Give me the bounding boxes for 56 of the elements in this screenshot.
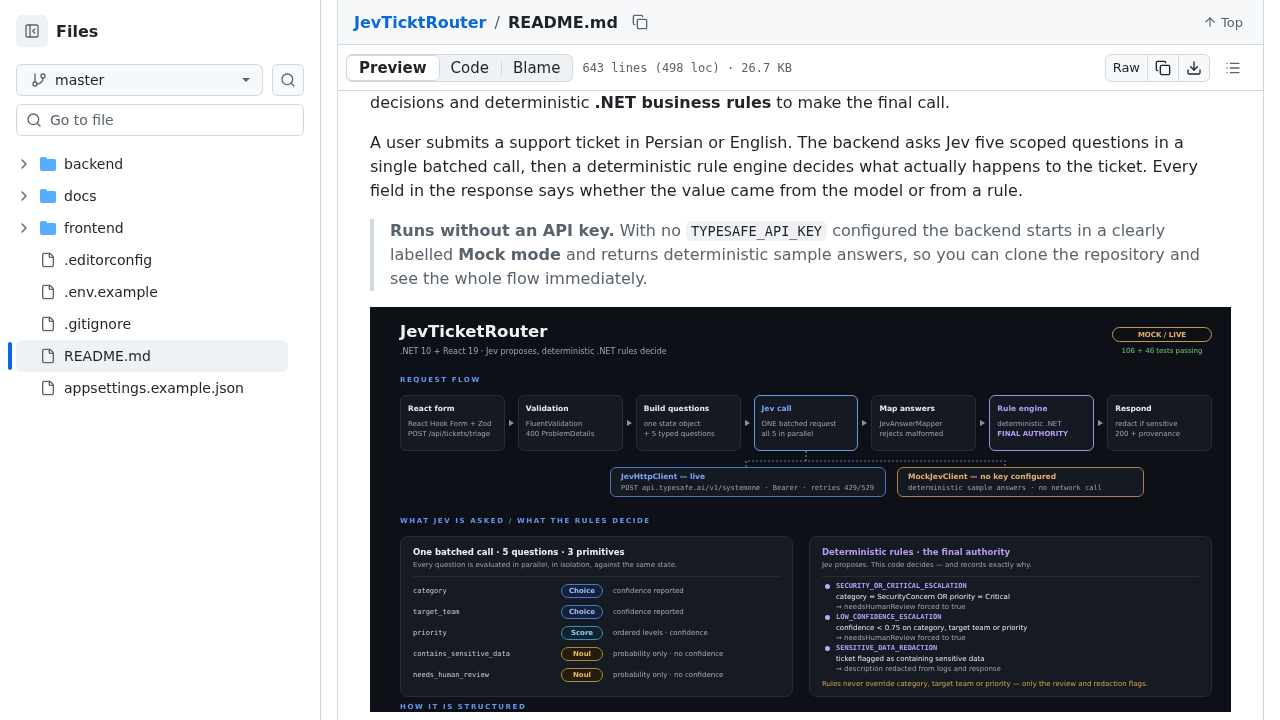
caret-icon xyxy=(242,78,250,82)
file-tree-item[interactable]: backend xyxy=(16,148,288,180)
paragraph: A user submits a support ticket in Persian or English. The backend asks Jev five scoped questions in a single batched call, then a deterministic rule engine decides what actually happens to the ticket. Every field in the response says whether the value came from the model or from a rule. xyxy=(370,132,1199,202)
file-name: README.md xyxy=(507,12,618,32)
view-tab[interactable]: Code xyxy=(437,54,502,81)
view-tab[interactable]: Blame xyxy=(499,54,574,81)
download-icon xyxy=(1186,59,1202,76)
branch-icon xyxy=(31,72,47,88)
triangle-arrow-icon xyxy=(508,420,514,426)
triangle-arrow-icon xyxy=(980,420,986,426)
sidebar-toggle-button[interactable] xyxy=(16,15,48,47)
file-tree-item[interactable]: appsettings.example.json xyxy=(16,372,288,404)
triangle-arrow-icon xyxy=(744,420,750,426)
triangle-arrow-icon xyxy=(1098,420,1104,426)
triangle-arrow-icon xyxy=(626,420,632,426)
file-tree-item[interactable]: docs xyxy=(16,180,288,212)
file-tree-item[interactable]: frontend xyxy=(16,212,288,244)
branch-select[interactable]: master xyxy=(16,64,263,96)
top-button[interactable]: Top xyxy=(1199,8,1247,36)
bullet-icon xyxy=(825,646,830,651)
file-info: 643 lines (498 loc) · 26.7 KB xyxy=(582,60,793,75)
file-icon xyxy=(40,252,56,268)
folder-icon xyxy=(40,188,56,204)
download-button[interactable] xyxy=(1178,53,1210,82)
file-tree-item[interactable]: .gitignore xyxy=(16,308,288,340)
raw-button[interactable]: Raw xyxy=(1104,53,1148,82)
file-icon xyxy=(40,348,56,364)
bullet-icon xyxy=(825,615,830,620)
file-tree-item[interactable]: .editorconfig xyxy=(16,244,288,276)
card-title: One batched call · 5 questions · 3 primitives xyxy=(413,547,626,558)
search-icon xyxy=(26,112,42,128)
card-title: Deterministic rules · the final authority xyxy=(822,547,1011,558)
view-tab[interactable]: Preview xyxy=(346,54,440,81)
selected-indicator xyxy=(8,342,12,370)
search-icon xyxy=(280,72,296,88)
copy-icon xyxy=(1155,59,1171,76)
repo-link[interactable]: JevTicktRouter xyxy=(354,12,487,32)
search-button[interactable] xyxy=(272,64,304,96)
go-to-file-field[interactable]: Go to file xyxy=(16,104,304,136)
folder-icon xyxy=(40,220,56,236)
diagram-title: JevTicketRouter xyxy=(400,322,549,342)
file-icon xyxy=(40,380,56,396)
folder-icon xyxy=(40,156,56,172)
file-tree-item[interactable]: .env.example xyxy=(16,276,288,308)
diagram-subtitle: .NET 10 + React 19 · Jev proposes, deterministic .NET rules decide xyxy=(400,347,667,357)
paragraph: decisions and deterministic .NET business rules to make the final call. xyxy=(370,92,951,114)
copy-button[interactable] xyxy=(1147,53,1179,82)
file-icon xyxy=(40,284,56,300)
copy-icon xyxy=(631,14,648,30)
path-separator: / xyxy=(494,12,500,32)
note-text: Runs without an API key. With no TYPESAFE_API_KEY configured the backend starts in a clearly labelled Mock mode and returns deterministic sample answers, so you can clone the repository and see the whole flow immediately. xyxy=(390,220,1201,290)
triangle-arrow-icon xyxy=(862,420,868,426)
bullet-icon xyxy=(825,584,830,589)
panel-icon xyxy=(24,23,40,39)
sidebar-title: Files xyxy=(56,21,99,41)
file-icon xyxy=(40,316,56,332)
